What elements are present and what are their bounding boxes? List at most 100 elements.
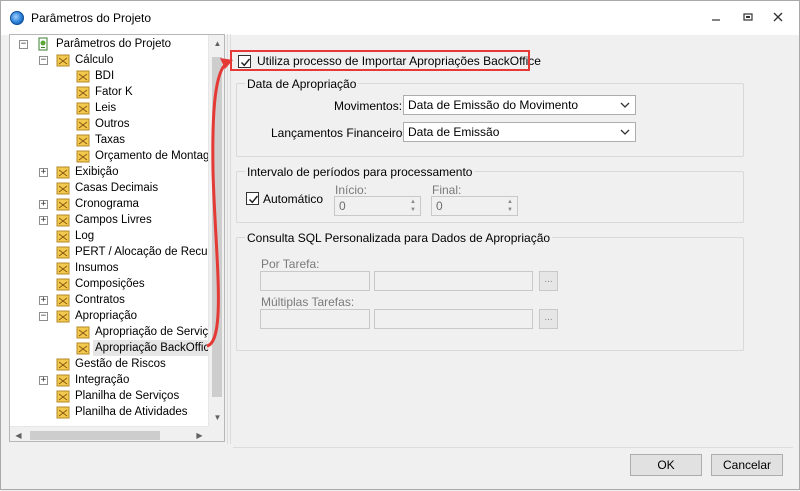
automatico-label[interactable]: Automático [263, 192, 323, 206]
folder-icon [76, 117, 90, 131]
scroll-up-arrow-icon[interactable]: ▲ [209, 35, 224, 52]
collapse-icon[interactable]: − [39, 312, 48, 321]
expand-icon[interactable]: + [39, 168, 48, 177]
title-bar: Parâmetros do Projeto [1, 1, 799, 35]
por-tarefa-browse-button[interactable]: ... [539, 271, 558, 291]
scroll-right-arrow-icon[interactable]: ▶ [191, 427, 208, 441]
por-tarefa-label: Por Tarefa: [261, 257, 320, 271]
tree-item[interactable]: + Cronograma [10, 196, 208, 212]
tree-item-label: Planilha de Serviços [75, 390, 180, 402]
automatico-checkbox[interactable] [246, 192, 259, 205]
lancamentos-label: Lançamentos Financeiros: [271, 126, 412, 140]
sql-group [236, 237, 744, 351]
tree-item[interactable]: Casas Decimais [10, 180, 208, 196]
tree-item[interactable]: Taxas [10, 132, 208, 148]
expand-icon[interactable]: + [39, 296, 48, 305]
tree-horizontal-scroll-thumb[interactable] [30, 431, 160, 440]
tree-item-label: Composições [75, 278, 145, 290]
expand-icon[interactable]: + [39, 200, 48, 209]
tree-item[interactable]: Composições [10, 276, 208, 292]
close-icon [773, 12, 783, 22]
tree-item[interactable]: Orçamento de Montagem [10, 148, 224, 164]
window-title: Parâmetros do Projeto [31, 11, 152, 25]
movimentos-select[interactable]: Data de Emissão do Movimento [403, 95, 636, 115]
folder-icon [56, 181, 70, 195]
tree-item[interactable]: − Parâmetros do Projeto [10, 36, 208, 52]
tree-item[interactable]: + Campos Livres [10, 212, 208, 228]
cancel-button[interactable]: Cancelar [711, 454, 783, 476]
tree-item[interactable]: PERT / Alocação de Recursos [10, 244, 224, 260]
tree-vertical-scroll-thumb[interactable] [212, 57, 222, 397]
scroll-down-arrow-icon[interactable]: ▼ [209, 409, 224, 426]
close-button[interactable] [771, 11, 785, 25]
tree-item[interactable]: Log [10, 228, 208, 244]
tree-item[interactable]: Apropriação de Serviços [10, 324, 220, 340]
multiplas-code-field[interactable] [260, 309, 370, 329]
app-icon [10, 11, 24, 25]
tree-item-label: Casas Decimais [75, 182, 159, 194]
por-tarefa-desc-field[interactable] [374, 271, 533, 291]
por-tarefa-code-field[interactable] [260, 271, 370, 291]
tree-item[interactable]: Apropriação BackOffice [10, 340, 218, 356]
inicio-label: Início: [335, 183, 368, 197]
expand-icon[interactable]: + [39, 376, 48, 385]
tree-item-label: Taxas [95, 134, 126, 146]
scroll-left-arrow-icon[interactable]: ◀ [10, 427, 27, 441]
panel-splitter[interactable] [227, 34, 231, 444]
folder-icon [76, 341, 90, 355]
final-spinner[interactable]: 0 ▲ ▼ [431, 196, 518, 216]
minimize-button[interactable] [709, 11, 723, 25]
ok-button[interactable]: OK [630, 454, 702, 476]
tree-item[interactable]: + Integração [10, 372, 208, 388]
spin-down-icon[interactable]: ▼ [504, 206, 516, 214]
minimize-icon [712, 19, 720, 21]
chevron-down-icon [620, 129, 630, 135]
tree-item[interactable]: Outros [10, 116, 208, 132]
lancamentos-value: Data de Emissão [408, 125, 500, 139]
tree-vertical-scrollbar[interactable]: ▲ ▼ [208, 35, 224, 426]
tree-item[interactable]: + Contratos [10, 292, 208, 308]
tree-item[interactable]: Leis [10, 100, 208, 116]
expand-icon[interactable]: + [39, 216, 48, 225]
folder-icon [56, 373, 70, 387]
settings-tree[interactable]: − Parâmetros do Projeto − Cálculo BDI Fator K… [9, 34, 225, 442]
dialog-window: Parâmetros do Projeto − Parâmetros do Pro… [0, 0, 800, 490]
restore-button[interactable] [741, 11, 755, 25]
tree-item[interactable]: BDI [10, 68, 208, 84]
tree-item[interactable]: Fator K [10, 84, 208, 100]
inicio-spinner[interactable]: 0 ▲ ▼ [334, 196, 421, 216]
tree-item[interactable]: + Exibição [10, 164, 208, 180]
folder-icon [56, 389, 70, 403]
collapse-icon[interactable]: − [39, 56, 48, 65]
movimentos-label: Movimentos: [334, 99, 403, 113]
collapse-icon[interactable]: − [19, 40, 28, 49]
spin-down-icon[interactable]: ▼ [407, 206, 419, 214]
tree-item[interactable]: Planilha de Serviços [10, 388, 208, 404]
folder-icon [56, 53, 70, 67]
sql-group-title: Consulta SQL Personalizada para Dados de… [245, 231, 553, 245]
folder-icon [76, 133, 90, 147]
multiplas-desc-field[interactable] [374, 309, 533, 329]
tree-item[interactable]: − Apropriação [10, 308, 208, 324]
folder-icon [56, 213, 70, 227]
inicio-value: 0 [339, 199, 346, 213]
tree-item-label: Planilha de Atividades [75, 406, 188, 418]
tree-item[interactable]: Planilha de Atividades [10, 404, 208, 420]
folder-icon [56, 261, 70, 275]
multiplas-browse-button[interactable]: ... [539, 309, 558, 329]
tree-horizontal-scrollbar[interactable]: ◀ ▶ [10, 426, 208, 441]
spin-up-icon[interactable]: ▲ [504, 198, 516, 206]
tree-item[interactable]: − Cálculo [10, 52, 208, 68]
folder-icon [56, 309, 70, 323]
lancamentos-select[interactable]: Data de Emissão [403, 122, 636, 142]
restore-icon [743, 13, 753, 21]
tree-item-label: PERT / Alocação de Recursos [75, 246, 225, 258]
movimentos-value: Data de Emissão do Movimento [408, 98, 579, 112]
spin-up-icon[interactable]: ▲ [407, 198, 419, 206]
tree-item-label: Cálculo [75, 54, 114, 66]
final-label: Final: [432, 183, 462, 197]
tree-item[interactable]: Insumos [10, 260, 208, 276]
tree-item-label: Gestão de Riscos [75, 358, 166, 370]
tree-item[interactable]: Gestão de Riscos [10, 356, 208, 372]
tree-item-label: Parâmetros do Projeto [56, 38, 172, 50]
